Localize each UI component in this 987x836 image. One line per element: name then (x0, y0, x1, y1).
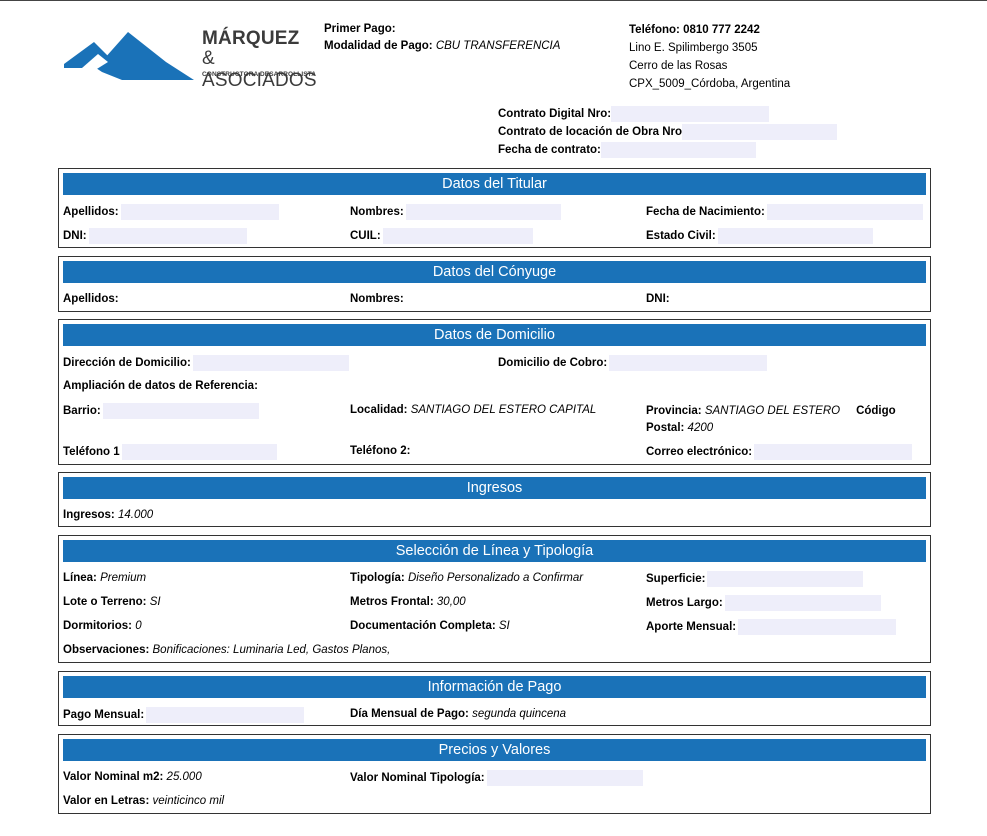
telefono-value: 0810 777 2242 (683, 24, 760, 36)
titular-fecha-nacimiento: Fecha de Nacimiento: (646, 204, 923, 220)
dia-mensual-field: Día Mensual de Pago: segunda quincena (350, 708, 567, 720)
section-title: Datos de Domicilio (63, 324, 926, 346)
domicilio-ampliacion: Ampliación de datos de Referencia: (63, 380, 258, 392)
section-title: Ingresos (63, 477, 926, 499)
section-titular: Datos del Titular Apellidos: Nombres: Fe… (58, 168, 931, 248)
conyuge-nombres: Nombres: (350, 293, 404, 305)
titular-cuil: CUIL: (350, 228, 533, 244)
redacted-field (611, 105, 770, 122)
contrato-locacion-label: Contrato de locación de Obra Nro (498, 126, 683, 138)
section-title: Precios y Valores (63, 739, 926, 761)
aporte-mensual-field: Aporte Mensual: (646, 619, 897, 635)
payment-header: Primer Pago: Modalidad de Pago: CBU TRAN… (324, 21, 560, 55)
section-informacion-pago: Información de Pago Pago Mensual: Día Me… (58, 671, 931, 726)
domicilio-correo: Correo electrónico: (646, 444, 913, 460)
redacted-field (682, 123, 838, 140)
contrato-digital-label: Contrato Digital Nro: (498, 108, 612, 120)
section-title: Información de Pago (63, 676, 926, 698)
section-domicilio: Datos de Domicilio Dirección de Domicili… (58, 319, 931, 465)
fecha-contrato-label: Fecha de contrato: (498, 144, 601, 156)
mountain-logo-icon (64, 32, 194, 80)
address-line-3: CPX_5009_Córdoba, Argentina (629, 78, 791, 90)
primer-pago-label: Primer Pago: (324, 23, 396, 35)
domicilio-telefono2: Teléfono 2: (350, 445, 411, 457)
domicilio-direccion: Dirección de Domicilio: (63, 355, 349, 371)
tipologia-field: Tipología: Diseño Personalizado a Confir… (350, 572, 584, 584)
titular-apellidos: Apellidos: (63, 204, 279, 220)
modalidad-label: Modalidad de Pago: (324, 40, 433, 52)
address-line-2: Cerro de las Rosas (629, 60, 728, 72)
domicilio-provincia: Provincia: SANTIAGO DEL ESTERO Código Pos… (646, 405, 896, 434)
valor-letras-field: Valor en Letras: veinticinco mil (63, 795, 225, 807)
documentacion-field: Documentación Completa: SI (350, 620, 510, 632)
ingresos-field: Ingresos: 14.000 (63, 509, 154, 521)
section-title: Selección de Línea y Tipología (63, 540, 926, 562)
metros-largo-field: Metros Largo: (646, 595, 881, 611)
contract-info: Contrato Digital Nro: Contrato de locaci… (498, 105, 838, 159)
company-logo: MÁRQUEZ & ASOCIADOS CONSTRUCTORA DESARRO… (62, 28, 322, 91)
section-ingresos: Ingresos Ingresos: 14.000 (58, 472, 931, 527)
conyuge-apellidos: Apellidos: (63, 293, 119, 305)
lote-field: Lote o Terreno: SI (63, 596, 161, 608)
observaciones-field: Observaciones: Bonificaciones: Luminaria… (63, 644, 391, 656)
logo-text-tagline: CONSTRUCTORA DESARROLLISTA (202, 71, 317, 78)
valor-nominal-tipologia-field: Valor Nominal Tipología: (350, 770, 643, 786)
metros-frontal-field: Metros Frontal: 30,00 (350, 596, 466, 608)
logo-text-asociados: & ASOCIADOS (202, 48, 317, 91)
modalidad-value: CBU TRANSFERENCIA (435, 40, 561, 52)
domicilio-localidad: Localidad: SANTIAGO DEL ESTERO CAPITAL (350, 404, 597, 416)
redacted-field (600, 141, 756, 158)
section-title: Datos del Titular (63, 173, 926, 195)
address-line-1: Lino E. Spilimbergo 3505 (629, 42, 758, 54)
domicilio-barrio: Barrio: (63, 403, 259, 419)
pago-mensual-field: Pago Mensual: (63, 707, 305, 723)
top-border (0, 0, 987, 1)
section-title: Datos del Cónyuge (63, 261, 926, 283)
superficie-field: Superficie: (646, 571, 864, 587)
titular-dni: DNI: (63, 228, 247, 244)
titular-nombres: Nombres: (350, 204, 561, 220)
conyuge-dni: DNI: (646, 293, 670, 305)
dormitorios-field: Dormitorios: 0 (63, 620, 142, 632)
telefono-label: Teléfono: (629, 24, 680, 36)
domicilio-telefono1: Teléfono 1 (63, 444, 277, 460)
section-linea-tipologia: Selección de Línea y Tipología Línea: Pr… (58, 535, 931, 663)
section-conyuge: Datos del Cónyuge Apellidos: Nombres: DN… (58, 256, 931, 312)
linea-field: Línea: Premium (63, 572, 147, 584)
domicilio-cobro: Domicilio de Cobro: (498, 355, 768, 371)
valor-nominal-m2-field: Valor Nominal m2: 25.000 (63, 771, 202, 783)
titular-estado-civil: Estado Civil: (646, 228, 873, 244)
company-contact: Teléfono: 0810 777 2242 Lino E. Spilimbe… (629, 21, 790, 93)
section-precios-valores: Precios y Valores Valor Nominal m2: 25.0… (58, 734, 931, 814)
logo-text-marquez: MÁRQUEZ (202, 28, 300, 49)
